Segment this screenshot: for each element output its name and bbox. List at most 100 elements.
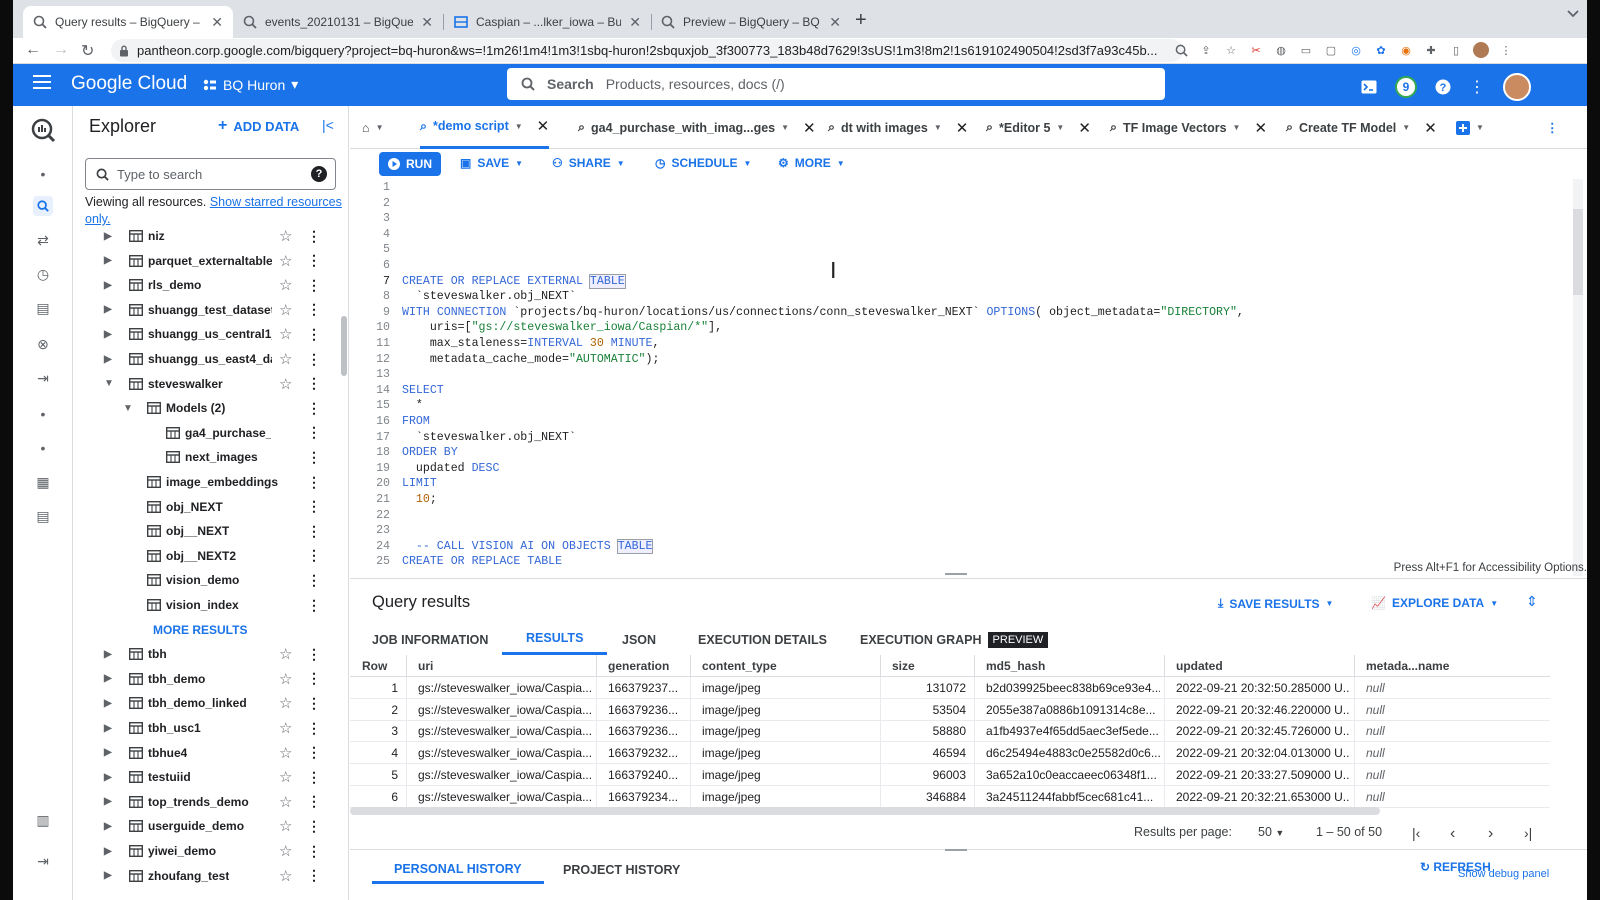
more-vert-icon[interactable]: ⋮ [307, 769, 321, 786]
dot-icon[interactable]: • [33, 438, 53, 458]
google-cloud-logo[interactable]: Google Cloud [71, 73, 187, 95]
table-row[interactable]: 6 gs://steveswalker_iowa/Caspia... 1663792… [350, 785, 1550, 808]
more-vert-icon[interactable]: ⋮ [307, 474, 321, 491]
collapse-arrow-icon[interactable]: ▶ [104, 698, 112, 709]
browser-menu-icon[interactable]: ⋮ [1498, 42, 1514, 58]
caret-down-icon[interactable]: ▼ [934, 123, 942, 132]
browser-tab[interactable]: Preview – BigQuery – BQ Huron ✕ [651, 6, 851, 38]
caret-down-icon[interactable]: ▼ [1402, 123, 1410, 132]
new-query-button[interactable]: ▼ [1456, 106, 1484, 149]
dot-icon[interactable]: • [33, 164, 53, 184]
star-icon[interactable]: ☆ [279, 276, 292, 294]
tab-execution-details[interactable]: EXECUTION DETAILS [698, 624, 827, 655]
explorer-search-input[interactable]: Type to search ? [85, 158, 336, 190]
column-divider[interactable] [880, 655, 881, 677]
collapse-arrow-icon[interactable]: ▶ [104, 280, 112, 291]
star-icon[interactable]: ☆ [279, 325, 292, 343]
tree-item[interactable]: ▼ Models (2) ⋮ [73, 396, 335, 420]
tree-item[interactable]: ▶ tbh_demo_linked ☆ ⋮ [73, 691, 335, 715]
collapse-arrow-icon[interactable]: ▶ [104, 772, 112, 783]
column-divider[interactable] [1354, 655, 1355, 677]
more-vert-icon[interactable]: ⋮ [1469, 77, 1485, 97]
more-vert-icon[interactable]: ⋮ [307, 720, 321, 737]
dashboard-icon[interactable]: ▦ [33, 472, 53, 492]
next-page-icon[interactable]: › [1488, 825, 1493, 843]
help-icon[interactable]: ? [1435, 79, 1451, 95]
more-vert-icon[interactable]: ⋮ [307, 744, 321, 761]
more-button[interactable]: ⚙ MORE ▼ [778, 156, 845, 170]
home-icon[interactable]: ⌂ ▼ [362, 106, 383, 149]
close-icon[interactable]: ✕ [629, 14, 641, 31]
star-icon[interactable]: ☆ [279, 227, 292, 245]
search-icon[interactable] [33, 196, 53, 216]
more-vert-icon[interactable]: ⋮ [307, 301, 321, 318]
star-icon[interactable]: ☆ [279, 645, 292, 663]
more-vert-icon[interactable]: ⋮ [1546, 106, 1559, 149]
per-page-select[interactable]: 50 ▼ [1258, 825, 1284, 839]
more-vert-icon[interactable]: ⋮ [307, 547, 321, 564]
column-header[interactable]: generation [608, 659, 669, 673]
tree-item[interactable]: ▶ testuiid ☆ ⋮ [73, 765, 335, 789]
collapse-arrow-icon[interactable]: ▶ [104, 723, 112, 734]
collapse-arrow-icon[interactable]: ▶ [104, 870, 112, 881]
browser-tab[interactable]: Query results – BigQuery – BQ ✕ [23, 6, 233, 38]
table-row[interactable]: 5 gs://steveswalker_iowa/Caspia... 1663792… [350, 763, 1550, 786]
bookmark-star-icon[interactable]: ☆ [1223, 42, 1239, 58]
tree-item[interactable]: ▶ shuangg_us_east4_dat... ☆ ⋮ [73, 347, 335, 371]
add-data-button[interactable]: + ADD DATA [218, 117, 299, 135]
tab-demo-script[interactable]: ⌕ *demo script ▼ ✕ [420, 106, 550, 149]
close-icon[interactable]: ✕ [211, 14, 223, 31]
column-header[interactable]: content_type [702, 659, 777, 673]
more-vert-icon[interactable]: ⋮ [307, 867, 321, 884]
tree-item[interactable]: ▶ shuangg_test_dataset ☆ ⋮ [73, 298, 335, 322]
tab-dt-with-images[interactable]: ⌕ dt with images ▼ ✕ [828, 106, 968, 149]
tab-ga4-purchase[interactable]: ⌕ ga4_purchase_with_imag...ges ▼ ✕ [578, 106, 816, 149]
more-vert-icon[interactable]: ⋮ [307, 646, 321, 663]
tree-item[interactable]: image_embeddings ⋮ [73, 470, 335, 494]
tree-item[interactable]: ▶ tbh_usc1 ☆ ⋮ [73, 716, 335, 740]
more-vert-icon[interactable]: ⋮ [307, 400, 321, 417]
last-page-icon[interactable]: ›| [1524, 825, 1532, 841]
tree-item[interactable]: ▶ shuangg_us_central1_... ☆ ⋮ [73, 322, 335, 346]
collapse-arrow-icon[interactable]: ▶ [104, 821, 112, 832]
transfers-icon[interactable]: ⇄ [33, 230, 53, 250]
extension-icon[interactable]: ✿ [1373, 42, 1389, 58]
column-divider[interactable] [596, 655, 597, 677]
profile-avatar[interactable] [1473, 42, 1489, 58]
tab-results[interactable]: RESULTS [502, 624, 608, 655]
tree-item[interactable]: ▶ tbhue4 ☆ ⋮ [73, 741, 335, 765]
more-vert-icon[interactable]: ⋮ [307, 277, 321, 294]
tree-item[interactable]: obj__NEXT ⋮ [73, 519, 335, 543]
analytics-hub-icon[interactable]: ▤ [33, 298, 53, 318]
caret-down-icon[interactable]: ▼ [515, 122, 523, 131]
tree-item[interactable]: obj_NEXT ⋮ [73, 495, 335, 519]
sidebar-icon[interactable]: ▯ [1448, 42, 1464, 58]
browser-tab[interactable]: events_20210131 – BigQuery – ✕ [233, 6, 443, 38]
extension-icon[interactable]: ✂ [1248, 42, 1264, 58]
star-icon[interactable]: ☆ [279, 350, 292, 368]
tree-item[interactable]: ▶ userguide_demo ☆ ⋮ [73, 814, 335, 838]
collapse-arrow-icon[interactable]: ▶ [104, 354, 112, 365]
column-divider[interactable] [974, 655, 975, 677]
star-icon[interactable]: ☆ [279, 301, 292, 319]
collapse-arrow-icon[interactable]: ▶ [104, 846, 112, 857]
horizontal-scrollbar[interactable] [350, 807, 1380, 815]
close-icon[interactable]: ✕ [829, 14, 841, 31]
column-header[interactable]: md5_hash [986, 659, 1045, 673]
collapse-arrow-icon[interactable]: ▶ [104, 747, 112, 758]
more-results-link[interactable]: MORE RESULTS [73, 618, 335, 642]
more-vert-icon[interactable]: ⋮ [307, 843, 321, 860]
tree-item[interactable]: ▶ parquet_externaltables... ☆ ⋮ [73, 249, 335, 273]
star-icon[interactable]: ☆ [279, 375, 292, 393]
tree-item[interactable]: ga4_purchase_with_... ⋮ [73, 421, 335, 445]
column-header[interactable]: metada...name [1366, 659, 1449, 673]
tab-execution-graph[interactable]: EXECUTION GRAPH PREVIEW [860, 624, 1049, 655]
release-notes-icon[interactable]: ▥ [33, 810, 53, 830]
caret-down-icon[interactable]: ▼ [1476, 123, 1484, 132]
star-icon[interactable]: ☆ [279, 793, 292, 811]
tree-item[interactable]: ▶ niz ☆ ⋮ [73, 224, 335, 248]
tab-create-tf-model[interactable]: ⌕ Create TF Model ▼ ✕ [1286, 106, 1437, 149]
share-button[interactable]: ⚇ SHARE ▼ [552, 156, 625, 170]
expand-arrow-icon[interactable]: ▼ [123, 403, 133, 414]
column-divider[interactable] [406, 655, 407, 677]
